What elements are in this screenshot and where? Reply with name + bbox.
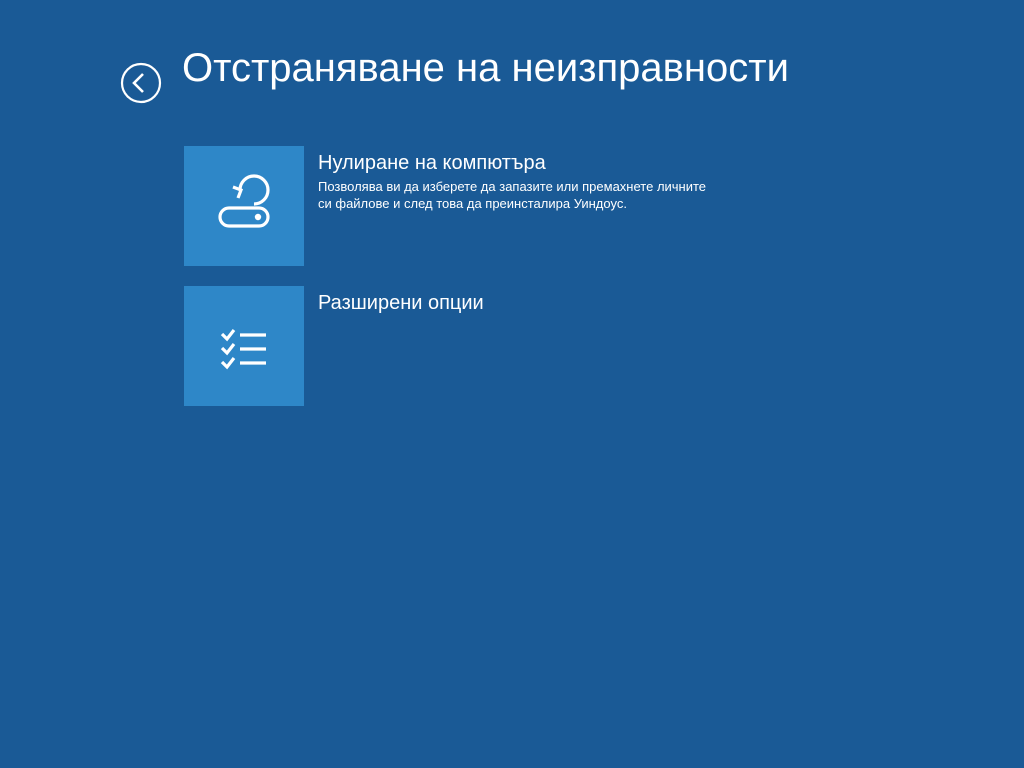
- arrow-left-circle-icon: [120, 62, 162, 104]
- advanced-options-icon: [208, 310, 280, 382]
- options-list: Нулиране на компютъра Позволява ви да из…: [184, 146, 744, 406]
- option-title: Разширени опции: [318, 290, 484, 316]
- reset-pc-icon: [208, 170, 280, 242]
- troubleshoot-screen: Отстраняване на неизправности Нулиране н…: [0, 0, 1024, 768]
- option-tile: [184, 146, 304, 266]
- option-reset-pc[interactable]: Нулиране на компютъра Позволява ви да из…: [184, 146, 744, 266]
- option-tile: [184, 286, 304, 406]
- option-text: Нулиране на компютъра Позволява ви да из…: [304, 146, 718, 212]
- option-title: Нулиране на компютъра: [318, 150, 718, 176]
- option-description: Позволява ви да изберете да запазите или…: [318, 178, 718, 212]
- option-text: Разширени опции: [304, 286, 484, 318]
- option-advanced[interactable]: Разширени опции: [184, 286, 744, 406]
- page-title: Отстраняване на неизправности: [182, 46, 789, 91]
- back-button[interactable]: [120, 62, 162, 104]
